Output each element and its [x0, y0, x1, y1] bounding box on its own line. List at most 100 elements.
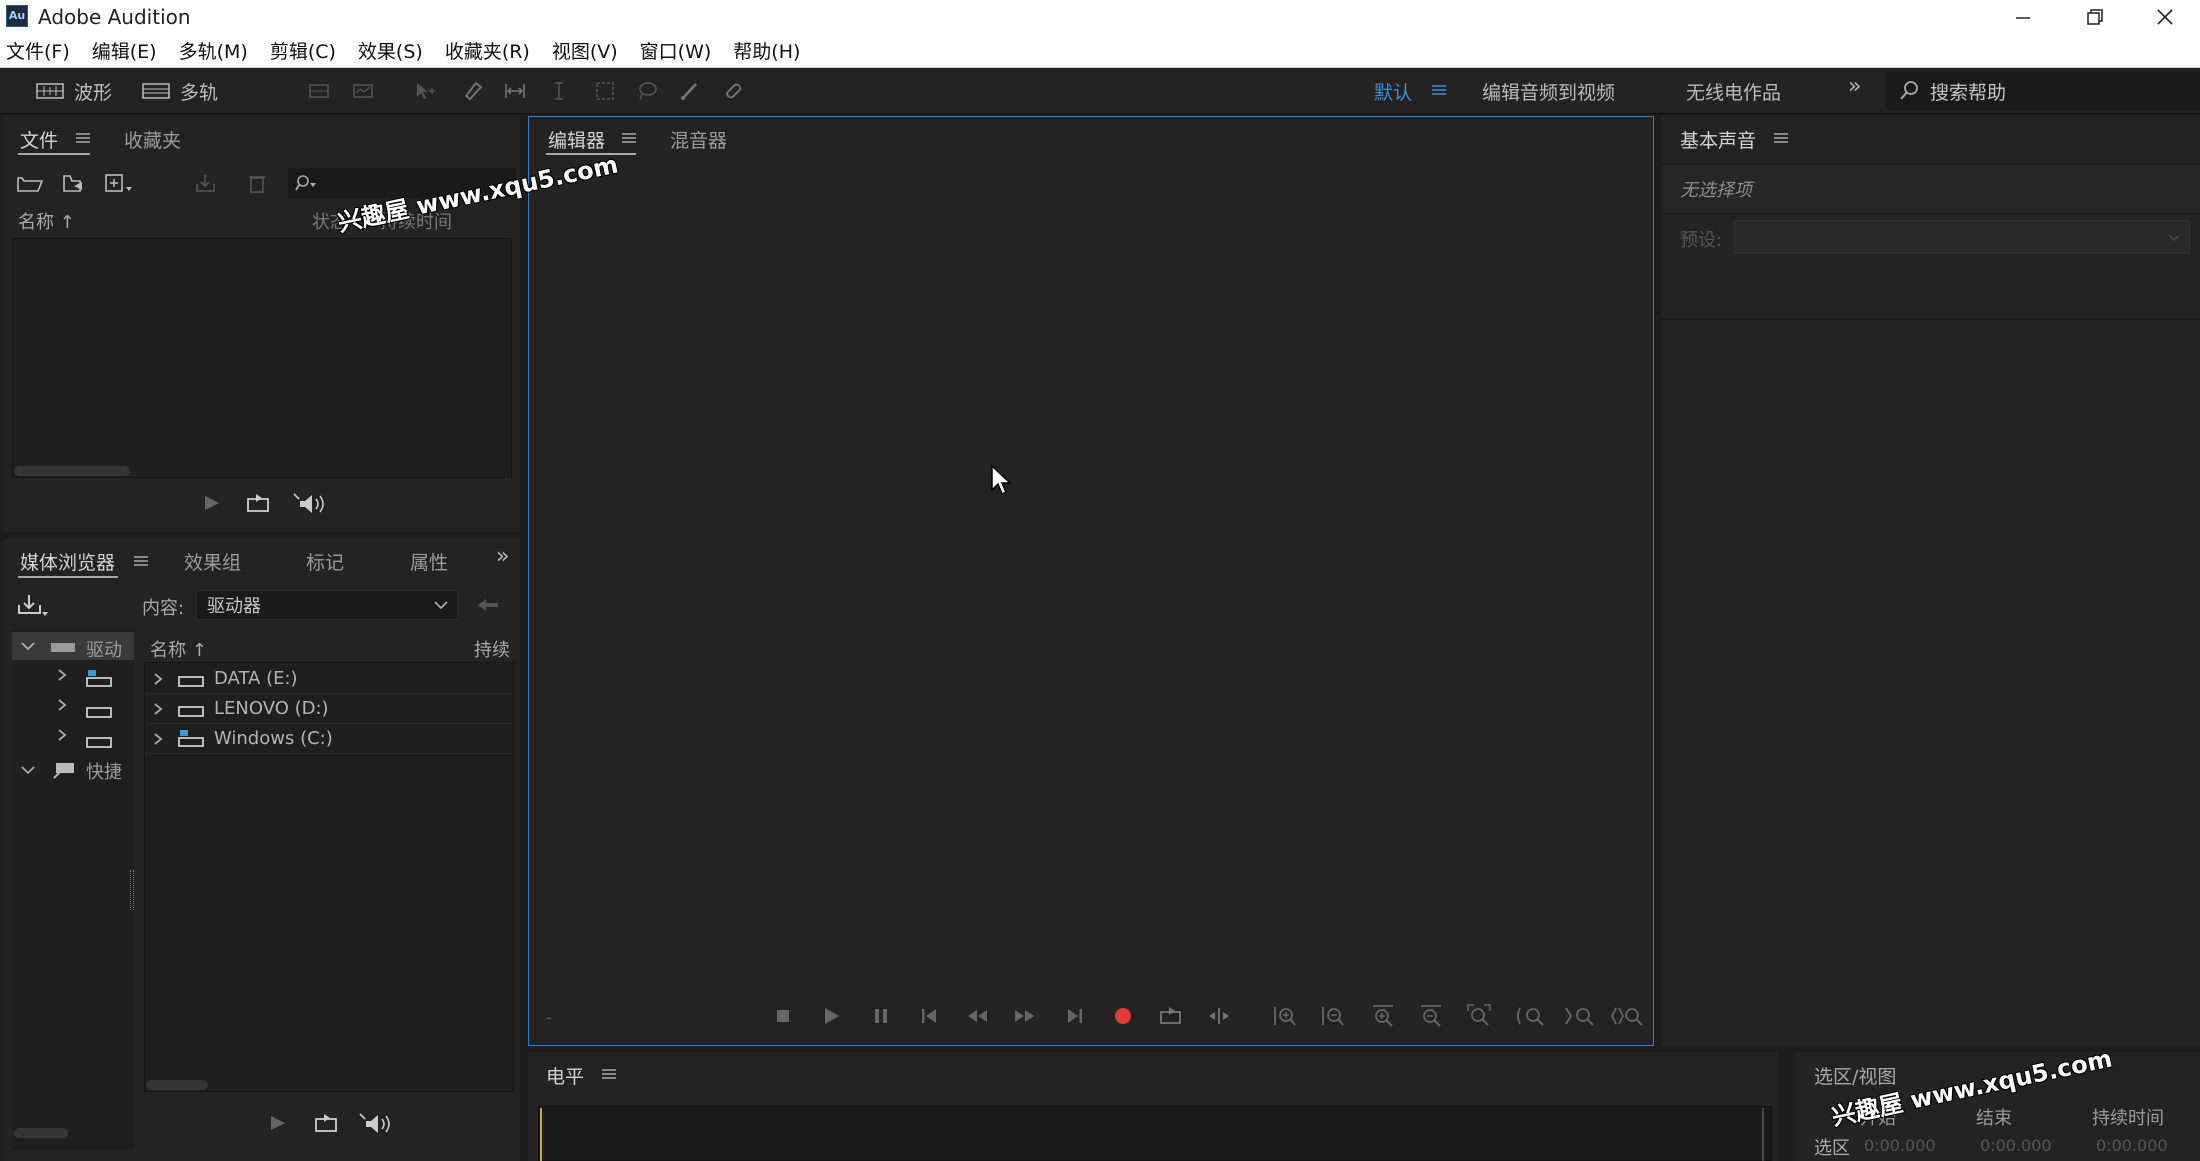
back-arrow-icon[interactable] [476, 596, 500, 614]
stop-icon[interactable] [770, 1003, 796, 1029]
restore-button[interactable] [2060, 0, 2130, 33]
zoom-in-left-icon[interactable] [1564, 1003, 1598, 1029]
zoom-out-amplitude-icon[interactable] [1320, 1003, 1346, 1029]
media-autoplay-icon[interactable] [358, 1112, 394, 1136]
editor-panel[interactable] [528, 116, 1654, 1046]
files-panel-menu-icon[interactable] [76, 132, 90, 144]
spectral-display-icon[interactable] [308, 80, 330, 102]
brush-tool-icon[interactable] [678, 80, 700, 102]
skip-selection-icon[interactable] [1206, 1003, 1232, 1029]
workspace-default[interactable]: 默认 [1374, 78, 1412, 105]
move-tool-icon[interactable] [414, 80, 436, 102]
pitch-display-icon[interactable] [352, 80, 374, 102]
media-more-tabs-button[interactable]: » [496, 544, 509, 569]
go-to-start-icon[interactable] [916, 1003, 942, 1029]
media-scrollbar[interactable] [146, 1080, 208, 1090]
menu-favorites[interactable]: 收藏夹(R) [445, 37, 530, 64]
loop-playback-icon[interactable] [1158, 1003, 1184, 1029]
tab-markers[interactable]: 标记 [306, 548, 344, 575]
play-icon[interactable] [818, 1003, 844, 1029]
zoom-to-selection-icon[interactable] [1514, 1003, 1548, 1029]
zoom-out-time-icon[interactable] [1418, 1003, 1444, 1029]
media-loop-icon[interactable] [314, 1112, 340, 1134]
files-autoplay-icon[interactable] [292, 492, 328, 516]
record-icon[interactable] [1110, 1003, 1136, 1029]
content-select[interactable]: 驱动器 [196, 590, 458, 620]
files-col-name[interactable]: 名称 ↑ [18, 208, 75, 234]
menu-multitrack[interactable]: 多轨(M) [179, 37, 248, 64]
import-file-icon[interactable] [60, 172, 88, 194]
search-help[interactable]: 搜索帮助 [1886, 72, 2200, 110]
media-col-name[interactable]: 名称 ↑ [150, 636, 207, 662]
selection-duration-value[interactable]: 0:00.000 [2096, 1136, 2168, 1155]
new-file-icon[interactable] [104, 172, 134, 194]
workspace-edit-audio-to-video[interactable]: 编辑音频到视频 [1482, 78, 1615, 105]
tab-files[interactable]: 文件 [20, 126, 58, 153]
time-selection-tool-icon[interactable] [548, 80, 570, 102]
media-panel-menu-icon[interactable] [134, 555, 148, 567]
menu-window[interactable]: 窗口(W) [640, 37, 712, 64]
menu-edit[interactable]: 编辑(E) [92, 37, 157, 64]
tree-chevron-right-icon[interactable] [56, 668, 68, 682]
essential-sound-title[interactable]: 基本声音 [1680, 126, 1756, 153]
tree-expand-icon[interactable] [20, 640, 36, 652]
media-drive-row[interactable]: Windows (C:) [146, 724, 512, 754]
media-import-icon[interactable] [16, 592, 50, 618]
lasso-tool-icon[interactable] [636, 80, 658, 102]
files-play-icon[interactable] [202, 492, 222, 514]
pause-icon[interactable] [868, 1003, 894, 1029]
waveform-button[interactable]: 波形 [36, 76, 112, 106]
workspace-radio-production[interactable]: 无线电作品 [1686, 78, 1781, 105]
menu-help[interactable]: 帮助(H) [733, 37, 800, 64]
menu-clip[interactable]: 剪辑(C) [270, 37, 336, 64]
tab-media-browser[interactable]: 媒体浏览器 [20, 548, 115, 575]
essential-sound-menu-icon[interactable] [1774, 132, 1788, 144]
tree-scrollbar[interactable] [14, 1128, 68, 1138]
rewind-icon[interactable] [964, 1003, 990, 1029]
level-title[interactable]: 电平 [546, 1062, 584, 1089]
files-list[interactable] [12, 238, 512, 478]
editor-panel-menu-icon[interactable] [622, 132, 636, 144]
zoom-in-right-icon[interactable] [1610, 1003, 1646, 1029]
files-scrollbar[interactable] [14, 466, 130, 476]
workspace-menu-icon[interactable] [1432, 84, 1446, 96]
workspace-more-button[interactable]: » [1848, 74, 1861, 99]
tab-properties[interactable]: 属性 [410, 548, 448, 575]
menu-effects[interactable]: 效果(S) [358, 37, 423, 64]
tree-chevron-right-icon[interactable] [56, 698, 68, 712]
minimize-button[interactable] [1988, 0, 2058, 33]
delete-icon[interactable] [246, 172, 268, 194]
tree-expand-icon[interactable] [20, 764, 36, 776]
go-to-end-icon[interactable] [1062, 1003, 1088, 1029]
zoom-out-full-icon[interactable] [1466, 1003, 1492, 1029]
media-drive-row[interactable]: LENOVO (D:) [146, 694, 512, 724]
zoom-in-amplitude-icon[interactable] [1272, 1003, 1298, 1029]
level-menu-icon[interactable] [602, 1068, 616, 1080]
razor-tool-icon[interactable] [462, 80, 484, 102]
row-chevron-right-icon[interactable] [152, 702, 164, 716]
spot-healing-tool-icon[interactable] [722, 80, 744, 102]
menu-view[interactable]: 视图(V) [552, 37, 618, 64]
row-chevron-right-icon[interactable] [152, 672, 164, 686]
media-drive-row[interactable]: DATA (E:) [146, 664, 512, 694]
insert-into-multitrack-icon[interactable] [194, 172, 224, 194]
media-col-duration[interactable]: 持续 [474, 636, 510, 662]
tab-effects-rack[interactable]: 效果组 [184, 548, 241, 575]
menu-file[interactable]: 文件(F) [6, 37, 70, 64]
marquee-tool-icon[interactable] [594, 80, 616, 102]
tab-favorites[interactable]: 收藏夹 [124, 126, 181, 153]
close-button[interactable] [2130, 0, 2200, 33]
row-chevron-right-icon[interactable] [152, 732, 164, 746]
tree-chevron-right-icon[interactable] [56, 728, 68, 742]
multitrack-button[interactable]: 多轨 [142, 76, 218, 106]
media-play-icon[interactable] [268, 1112, 288, 1134]
fast-forward-icon[interactable] [1012, 1003, 1038, 1029]
tab-mixer[interactable]: 混音器 [670, 126, 727, 153]
slip-tool-icon[interactable] [504, 80, 526, 102]
zoom-in-time-icon[interactable] [1370, 1003, 1396, 1029]
splitter-handle[interactable] [130, 870, 134, 910]
files-loop-icon[interactable] [246, 492, 272, 514]
selection-start-value[interactable]: 0:00.000 [1864, 1136, 1936, 1155]
selection-end-value[interactable]: 0:00.000 [1980, 1136, 2052, 1155]
preset-select[interactable] [1734, 220, 2190, 254]
